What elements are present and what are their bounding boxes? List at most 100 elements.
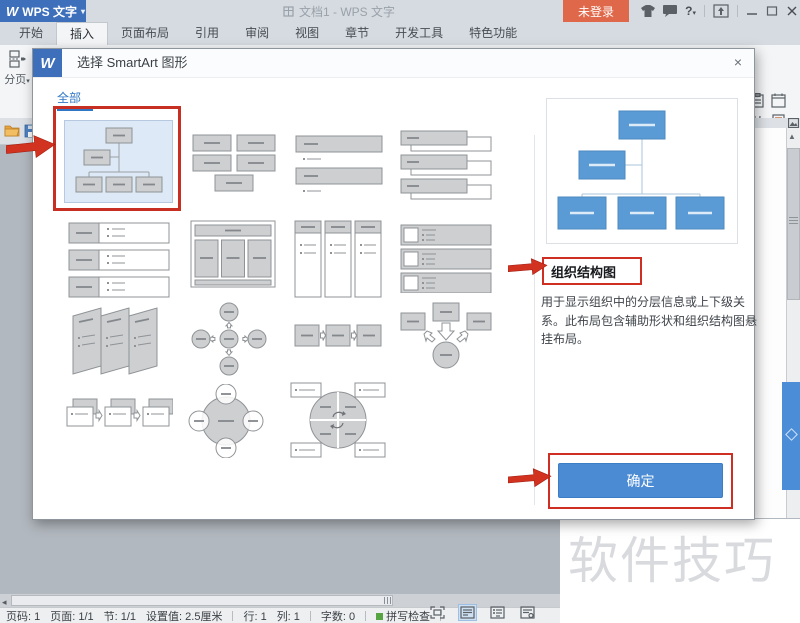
horizontal-scrollbar-thumb[interactable]	[11, 595, 393, 606]
thumbnail-diverging-radial[interactable]	[189, 301, 269, 382]
basic-process-icon	[293, 311, 383, 361]
tab-review[interactable]: 审阅	[232, 22, 282, 45]
wps-dialog-logo-icon: W	[33, 49, 62, 77]
thumbnail-radial-venn[interactable]	[187, 384, 265, 463]
thumbnail-picture-process[interactable]	[65, 391, 173, 458]
scrollbar-grip	[789, 220, 798, 221]
scrollbar-grip	[384, 597, 385, 604]
panel-divider	[534, 135, 535, 505]
thumbnail-picture-grid[interactable]	[191, 129, 279, 202]
cycle-matrix-icon	[289, 381, 387, 459]
document-icon	[283, 6, 294, 17]
view-mode-buttons	[428, 604, 537, 621]
watermark-area: 软件技巧	[560, 519, 800, 623]
organization-chart-preview	[547, 99, 737, 243]
thumbnail-cycle-matrix[interactable]	[289, 381, 387, 464]
chevron-down-icon: ▾	[692, 10, 696, 17]
status-section: 节: 1/1	[104, 608, 136, 623]
divider	[310, 611, 311, 621]
annotation-box-heading: 组织结构图	[542, 257, 642, 285]
page-view-button[interactable]	[458, 604, 477, 621]
table-hierarchy-icon	[187, 219, 279, 289]
thumbnail-vertical-bullet-list[interactable]	[294, 134, 386, 203]
calendar-icon[interactable]	[771, 93, 786, 108]
divider	[704, 5, 705, 17]
status-line: 行: 1	[243, 608, 266, 623]
divider	[232, 611, 233, 621]
help-icon[interactable]: ?▾	[685, 2, 696, 20]
vertical-scrollbar-thumb[interactable]	[787, 148, 800, 300]
annotation-arrow-ok	[508, 466, 552, 490]
vertical-box-list-icon	[399, 129, 493, 201]
annotation-box-ok	[548, 453, 733, 509]
minimize-button[interactable]	[746, 6, 758, 16]
app-name: WPS 文字	[22, 3, 77, 20]
thumbnail-horizontal-bullet-list[interactable]	[67, 221, 173, 306]
tab-section[interactable]: 章节	[332, 22, 382, 45]
thumbnail-vertical-box-list[interactable]	[399, 129, 493, 206]
annotation-arrow-heading	[508, 256, 548, 278]
outline-view-button[interactable]	[488, 604, 507, 621]
converging-radial-icon	[399, 301, 493, 371]
chevron-down-icon: ▾	[81, 7, 85, 16]
tab-references[interactable]: 引用	[182, 22, 232, 45]
tab-insert[interactable]: 插入	[56, 22, 108, 45]
thumbnail-vertical-column-list[interactable]	[293, 219, 383, 304]
login-button[interactable]: 未登录	[563, 0, 629, 22]
maximize-button[interactable]	[766, 6, 778, 16]
thumbnail-converging-radial[interactable]	[399, 301, 493, 376]
vertical-chevron-list-icon	[69, 304, 163, 376]
select-browse-object-icon[interactable]	[788, 118, 799, 128]
divider	[737, 5, 738, 17]
title-bar: W WPS 文字 ▾ 文档1 - WPS 文字 未登录 ?▾	[0, 0, 800, 22]
wps-logo-icon: W	[6, 4, 18, 19]
feedback-bubble-icon[interactable]	[663, 5, 677, 17]
thumbnail-picture-accent-list[interactable]	[399, 223, 493, 298]
status-page-number: 页码: 1	[6, 608, 40, 623]
annotation-box-selected-thumbnail	[53, 106, 181, 211]
dialog-close-button[interactable]: ×	[734, 54, 742, 70]
horizontal-bullet-list-icon	[67, 221, 173, 301]
page-break-icon	[8, 50, 26, 68]
watermark-text: 软件技巧	[568, 521, 776, 593]
fullscreen-view-button[interactable]	[428, 604, 447, 621]
status-setting: 设置值: 2.5厘米	[146, 608, 222, 623]
radial-venn-icon	[187, 384, 265, 458]
document-title: 文档1 - WPS 文字	[283, 0, 395, 22]
dialog-title-bar[interactable]: W 选择 SmartArt 图形 ×	[33, 49, 754, 78]
tab-page-layout[interactable]: 页面布局	[108, 22, 182, 45]
wps-writer-window: W WPS 文字 ▾ 文档1 - WPS 文字 未登录 ?▾	[0, 0, 800, 623]
spellcheck-status[interactable]: 拼写检查	[376, 608, 430, 623]
tab-home[interactable]: 开始	[6, 22, 56, 45]
upload-icon[interactable]	[713, 4, 729, 18]
skin-icon[interactable]	[641, 5, 655, 17]
thumbnail-table-hierarchy[interactable]	[187, 219, 279, 294]
tab-developer[interactable]: 开发工具	[382, 22, 456, 45]
status-column: 列: 1	[277, 608, 300, 623]
tab-view[interactable]: 视图	[282, 22, 332, 45]
vertical-bullet-list-icon	[294, 134, 386, 198]
page-break-button[interactable]: 分页▾	[2, 50, 32, 87]
wps-app-menu-button[interactable]: W WPS 文字 ▾	[0, 0, 86, 22]
smartart-preview	[546, 98, 738, 244]
close-window-button[interactable]	[786, 6, 798, 16]
tab-special-features[interactable]: 特色功能	[456, 22, 530, 45]
ribbon-tab-bar: 开始 插入 页面布局 引用 审阅 视图 章节 开发工具 特色功能	[0, 22, 800, 45]
web-view-button[interactable]	[518, 604, 537, 621]
thumbnail-basic-process[interactable]	[293, 311, 383, 366]
smartart-name-heading: 组织结构图	[551, 262, 616, 281]
vertical-column-list-icon	[293, 219, 383, 299]
annotation-arrow-left	[6, 134, 56, 160]
thumbnail-vertical-chevron-list[interactable]	[69, 304, 163, 381]
picture-grid-icon	[191, 129, 279, 197]
scroll-up-arrow[interactable]: ▲	[788, 132, 796, 141]
divider	[365, 611, 366, 621]
status-word-count[interactable]: 字数: 0	[321, 608, 355, 623]
picture-process-icon	[65, 391, 173, 453]
spellcheck-icon	[376, 613, 383, 620]
smartart-description: 用于显示组织中的分层信息或上下级关系。此布局包含辅助形状和组织结构图悬挂布局。	[541, 293, 759, 349]
chevron-down-icon: ▾	[26, 78, 30, 85]
side-panel-tab[interactable]	[782, 382, 800, 490]
diverging-radial-icon	[189, 301, 269, 377]
diamond-marker	[785, 428, 798, 441]
